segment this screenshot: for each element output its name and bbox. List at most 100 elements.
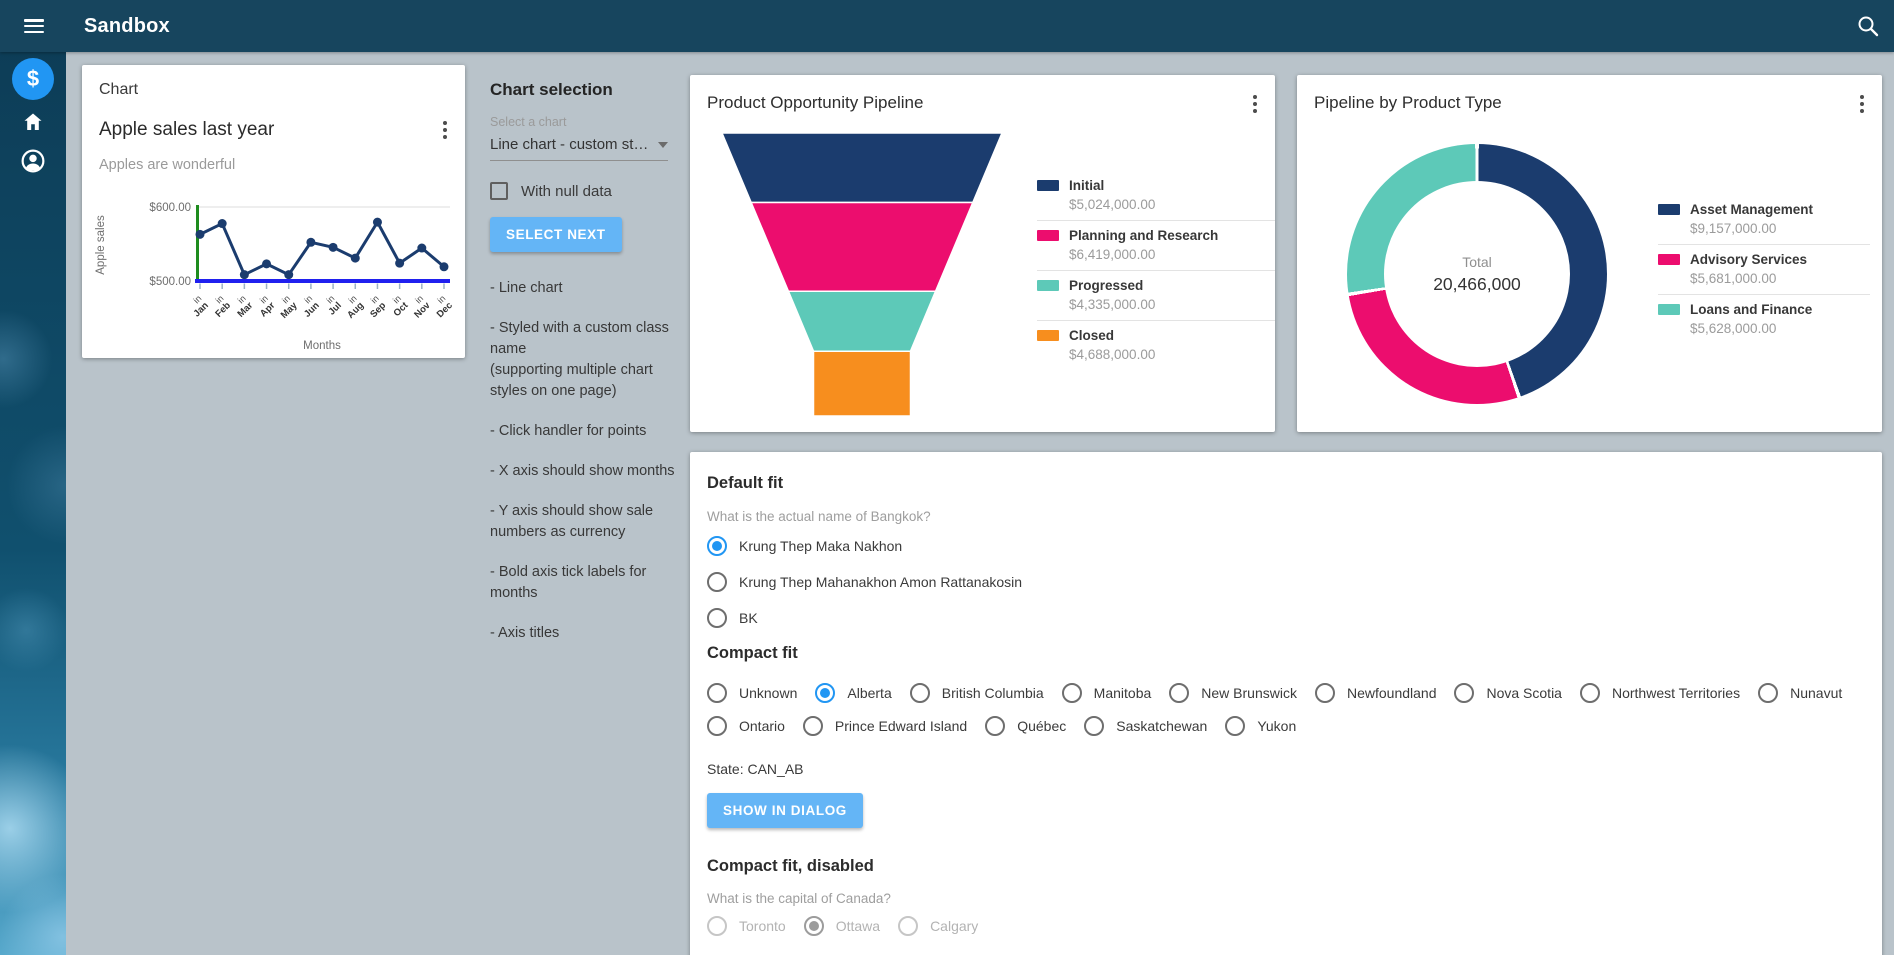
default-fit-options: Krung Thep Maka Nakhon Krung Thep Mahanak… xyxy=(707,536,1865,628)
card-title: Pipeline by Product Type xyxy=(1314,93,1502,113)
dollar-icon: $ xyxy=(12,58,54,100)
radio-option-bk[interactable]: BK xyxy=(707,608,1865,628)
feature-note-item: - Y axis should show sale numbers as cur… xyxy=(490,501,686,543)
radio-unselected-icon xyxy=(707,916,727,936)
radio-option-northwest-territories[interactable]: Northwest Territories xyxy=(1580,683,1740,703)
radio-option-nova-scotia[interactable]: Nova Scotia xyxy=(1454,683,1561,703)
radio-unselected-icon xyxy=(898,916,918,936)
radio-option-alberta[interactable]: Alberta xyxy=(815,683,891,703)
compact-fit-options: Unknown Alberta British Columbia Manitoba Ne… xyxy=(707,683,1865,736)
sidebar: $ xyxy=(0,52,66,955)
svg-text:Apple sales: Apple sales xyxy=(95,215,107,275)
search-icon[interactable] xyxy=(1856,14,1880,38)
svg-text:Months: Months xyxy=(303,340,341,352)
radio-option-unknown[interactable]: Unknown xyxy=(707,683,797,703)
radio-option-krung-thep-maka-nakhon[interactable]: Krung Thep Maka Nakhon xyxy=(707,536,1865,556)
svg-text:inOct: inOct xyxy=(385,293,411,319)
legend-item-advisory-services: Advisory Services$5,681,000.00 xyxy=(1658,244,1870,294)
legend-label: Planning and Research xyxy=(1069,228,1218,243)
radio-option-label: Alberta xyxy=(847,685,891,701)
legend-swatch xyxy=(1037,280,1059,291)
chart-selection-panel: Chart selection Select a chart Line char… xyxy=(490,80,690,663)
radio-option-calgary: Calgary xyxy=(898,916,978,936)
funnel-segment-planning-and-research[interactable] xyxy=(751,203,973,292)
radio-option-label: Manitoba xyxy=(1094,685,1152,701)
legend-swatch xyxy=(1658,204,1680,215)
radio-option-label: British Columbia xyxy=(942,685,1044,701)
card-title: Product Opportunity Pipeline xyxy=(707,93,923,113)
funnel-legend: Initial$5,024,000.00Planning and Researc… xyxy=(1037,171,1275,370)
funnel-chart[interactable] xyxy=(690,133,1040,419)
chevron-down-icon xyxy=(658,142,668,148)
hamburger-icon[interactable] xyxy=(24,19,44,33)
donut-total-label: Total xyxy=(1462,254,1492,270)
feature-note-item: - Styled with a custom class name (suppo… xyxy=(490,318,686,402)
select-label: Select a chart xyxy=(490,115,690,129)
legend-value: $5,681,000.00 xyxy=(1690,271,1870,286)
sidebar-item-finance[interactable]: $ xyxy=(0,58,66,100)
sidebar-item-account[interactable] xyxy=(0,149,66,173)
radio-option-label: Nova Scotia xyxy=(1486,685,1561,701)
compact-fit-heading: Compact fit xyxy=(707,644,1865,663)
radio-option-krung-thep-mahanakhon-amon-rattanakosin[interactable]: Krung Thep Mahanakhon Amon Rattanakosin xyxy=(707,572,1865,592)
radio-option-prince-edward-island[interactable]: Prince Edward Island xyxy=(803,716,967,736)
radio-option-label: Toronto xyxy=(739,918,786,934)
kebab-menu-icon[interactable] xyxy=(1856,91,1868,117)
funnel-segment-progressed[interactable] xyxy=(788,291,935,351)
apple-sales-line-chart[interactable]: inJaninFebinMarinAprinMayinJuninJulinAug… xyxy=(88,185,458,355)
legend-item-asset-management: Asset Management$9,157,000.00 xyxy=(1658,195,1870,244)
show-in-dialog-button[interactable]: SHOW IN DIALOG xyxy=(707,793,863,828)
radio-option-nunavut[interactable]: Nunavut xyxy=(1758,683,1842,703)
radio-option-label: Krung Thep Mahanakhon Amon Rattanakosin xyxy=(739,574,1022,590)
legend-value: $4,335,000.00 xyxy=(1069,297,1275,312)
radio-unselected-icon xyxy=(1454,683,1474,703)
svg-text:inSep: inSep xyxy=(361,293,388,320)
funnel-segment-initial[interactable] xyxy=(722,133,1002,203)
radio-option-saskatchewan[interactable]: Saskatchewan xyxy=(1084,716,1207,736)
radio-option-yukon[interactable]: Yukon xyxy=(1225,716,1296,736)
legend-value: $6,419,000.00 xyxy=(1069,247,1275,262)
radio-selected-icon xyxy=(804,916,824,936)
sidebar-item-home[interactable] xyxy=(0,110,66,134)
feature-note-item: - Bold axis tick labels for months xyxy=(490,562,686,604)
legend-value: $9,157,000.00 xyxy=(1690,221,1870,236)
radio-option-label: Québec xyxy=(1017,718,1066,734)
radio-option-qu-bec[interactable]: Québec xyxy=(985,716,1066,736)
radio-selected-icon xyxy=(707,536,727,556)
legend-swatch xyxy=(1658,254,1680,265)
with-null-data-checkbox[interactable]: With null data xyxy=(490,182,690,200)
radio-option-ontario[interactable]: Ontario xyxy=(707,716,785,736)
legend-item-loans-and-finance: Loans and Finance$5,628,000.00 xyxy=(1658,294,1870,344)
svg-text:inJan: inJan xyxy=(185,293,211,319)
kebab-menu-icon[interactable] xyxy=(1249,91,1261,117)
radio-option-ottawa: Ottawa xyxy=(804,916,880,936)
funnel-segment-closed[interactable] xyxy=(814,351,911,416)
legend-row: Closed xyxy=(1037,328,1275,343)
radio-unselected-icon xyxy=(707,608,727,628)
radio-unselected-icon xyxy=(803,716,823,736)
radio-unselected-icon xyxy=(1062,683,1082,703)
compact-fit-disabled-options: Toronto Ottawa Calgary xyxy=(707,916,1865,936)
pipeline-by-type-card: Pipeline by Product Type Total 20,466,00… xyxy=(1297,75,1882,432)
radio-option-manitoba[interactable]: Manitoba xyxy=(1062,683,1152,703)
kebab-menu-icon[interactable] xyxy=(439,117,451,143)
legend-item-progressed: Progressed $4,335,000.00 xyxy=(1037,270,1275,320)
feature-note-item: - Click handler for points xyxy=(490,421,686,442)
app-title: Sandbox xyxy=(84,15,170,38)
radio-unselected-icon xyxy=(707,683,727,703)
select-next-button[interactable]: SELECT NEXT xyxy=(490,217,622,252)
opportunity-pipeline-card: Product Opportunity Pipeline Initial$5,0… xyxy=(690,75,1275,432)
radio-option-new-brunswick[interactable]: New Brunswick xyxy=(1169,683,1297,703)
main-content: Chart Apple sales last year Apples are w… xyxy=(66,52,1894,955)
radio-option-label: Prince Edward Island xyxy=(835,718,967,734)
chart-select-dropdown[interactable]: Line chart - custom st… xyxy=(490,136,668,161)
donut-chart[interactable]: Total 20,466,000 xyxy=(1347,144,1607,404)
legend-row: Progressed xyxy=(1037,278,1275,293)
radio-option-british-columbia[interactable]: British Columbia xyxy=(910,683,1044,703)
svg-text:$600.00: $600.00 xyxy=(149,202,191,214)
default-fit-heading: Default fit xyxy=(707,474,1865,493)
radio-option-label: Nunavut xyxy=(1790,685,1842,701)
legend-label: Loans and Finance xyxy=(1690,302,1812,317)
radio-option-newfoundland[interactable]: Newfoundland xyxy=(1315,683,1437,703)
radio-option-label: Ottawa xyxy=(836,918,880,934)
